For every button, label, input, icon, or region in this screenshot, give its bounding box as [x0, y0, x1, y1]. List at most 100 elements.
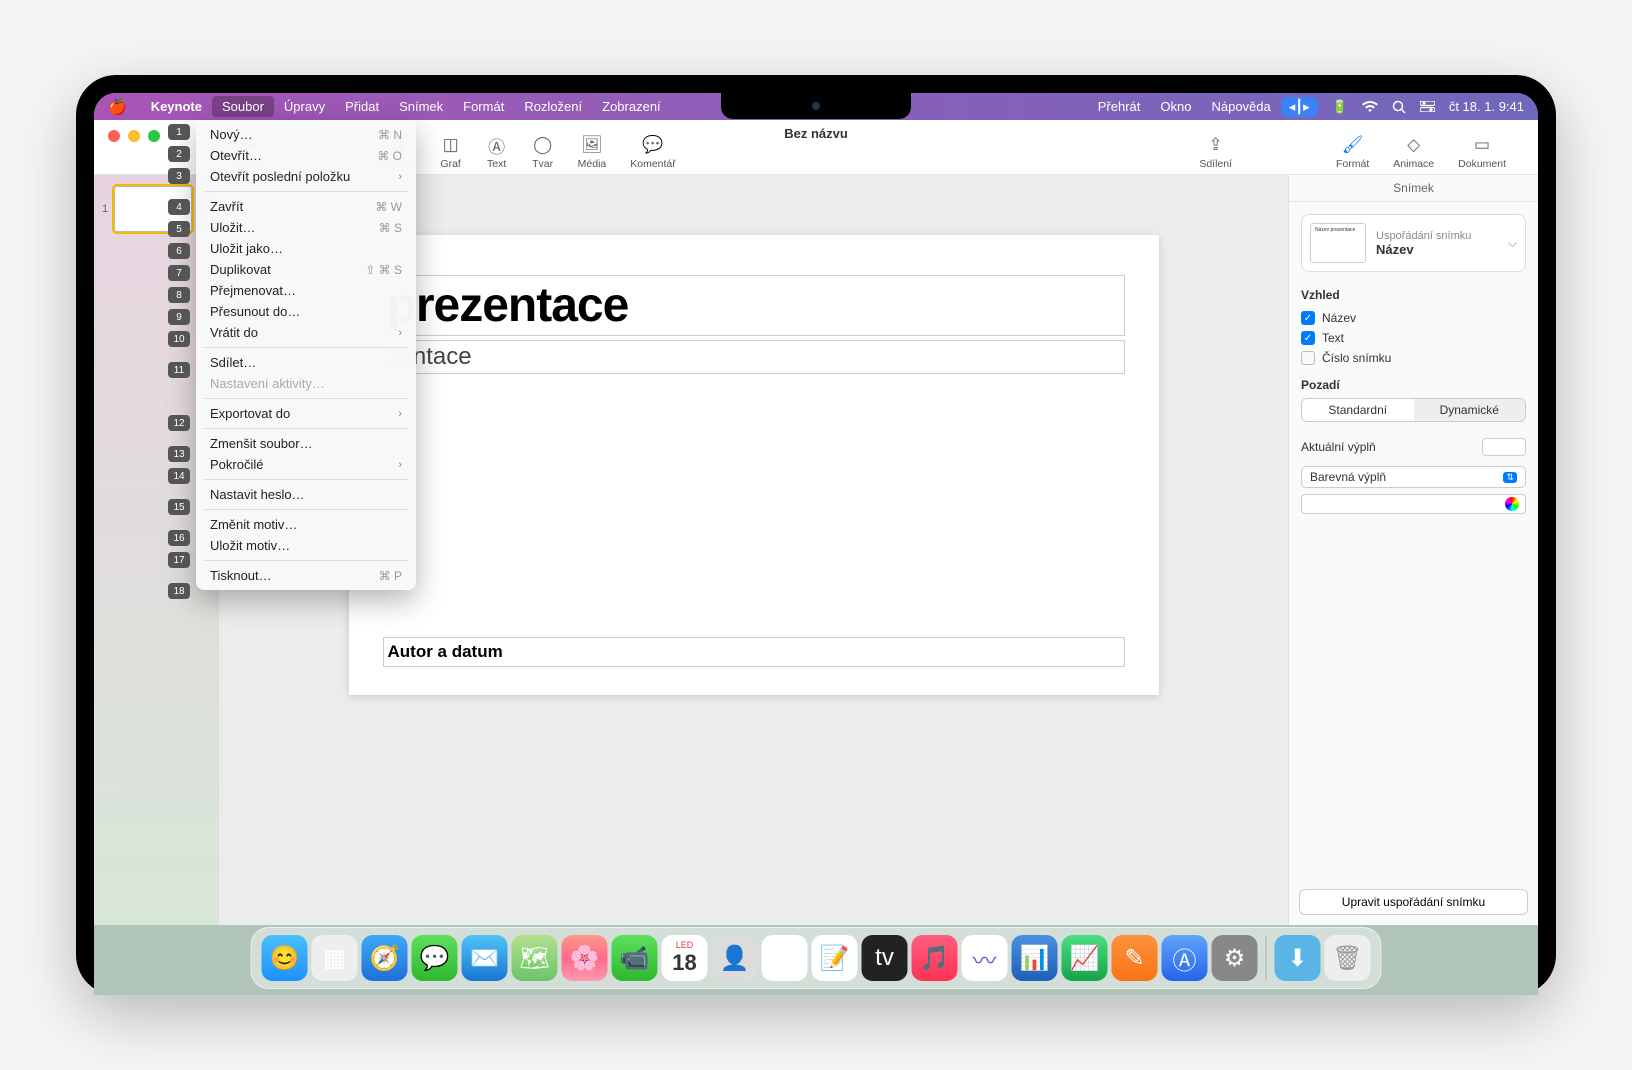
- dock-appstore[interactable]: Ⓐ: [1162, 935, 1208, 981]
- dock-mail[interactable]: ✉️: [462, 935, 508, 981]
- toolbar-format[interactable]: 🖌Formát: [1324, 134, 1381, 170]
- toolbar-animate[interactable]: ◇Animace: [1381, 134, 1446, 170]
- menu-prehrat[interactable]: Přehrát: [1088, 96, 1151, 117]
- seg-dynamic[interactable]: Dynamické: [1414, 399, 1526, 421]
- status-battery-icon[interactable]: 🔋: [1332, 99, 1348, 115]
- dock-reminders[interactable]: ☰: [762, 935, 808, 981]
- menu-upravy[interactable]: Úpravy: [274, 96, 335, 117]
- menu-number-badge: 13: [168, 446, 190, 462]
- menu-item[interactable]: Uložit…⌘ S: [196, 217, 416, 238]
- dock-freeform[interactable]: 〰: [962, 935, 1008, 981]
- menu-item[interactable]: Sdílet…: [196, 352, 416, 373]
- menu-soubor[interactable]: Soubor: [212, 96, 274, 117]
- menu-item[interactable]: Tisknout…⌘ P: [196, 565, 416, 586]
- menu-item[interactable]: Přesunout do…: [196, 301, 416, 322]
- slide-title[interactable]: prezentace: [383, 275, 1125, 336]
- menu-item[interactable]: Změnit motiv…: [196, 514, 416, 535]
- dock-settings[interactable]: ⚙: [1212, 935, 1258, 981]
- menu-rozlozeni[interactable]: Rozložení: [514, 96, 592, 117]
- toolbar-text[interactable]: ⒶText: [474, 134, 520, 170]
- menu-item[interactable]: Otevřít poslední položku›: [196, 166, 416, 187]
- toolbar-media[interactable]: 🖼Média: [566, 134, 619, 170]
- toolbar-share[interactable]: ⇪Sdílení: [1187, 134, 1244, 170]
- apple-menu-icon[interactable]: 🍎: [108, 98, 127, 116]
- status-wifi-icon[interactable]: [1362, 101, 1378, 113]
- fill-swatch[interactable]: [1482, 438, 1526, 456]
- dock-maps[interactable]: 🗺: [512, 935, 558, 981]
- edit-layout-button[interactable]: Upravit uspořádání snímku: [1299, 889, 1528, 915]
- dock-messages[interactable]: 💬: [412, 935, 458, 981]
- dock-photos[interactable]: 🌸: [562, 935, 608, 981]
- slide-author[interactable]: Autor a datum: [383, 637, 1125, 667]
- menu-okno[interactable]: Okno: [1150, 96, 1201, 117]
- menu-pridat[interactable]: Přidat: [335, 96, 389, 117]
- checkbox-body[interactable]: ✓: [1301, 331, 1315, 345]
- menu-item[interactable]: Pokročilé›: [196, 454, 416, 475]
- traffic-close[interactable]: [108, 130, 120, 142]
- shape-icon: ◯: [532, 134, 554, 156]
- dock-pages[interactable]: ✎: [1112, 935, 1158, 981]
- toolbar-comment[interactable]: 💬Komentář: [618, 134, 688, 170]
- dock-calendar[interactable]: LED18: [662, 935, 708, 981]
- toolbar-shape[interactable]: ◯Tvar: [520, 134, 566, 170]
- dock-safari[interactable]: 🧭: [362, 935, 408, 981]
- menu-format[interactable]: Formát: [453, 96, 514, 117]
- dock-numbers[interactable]: 📈: [1062, 935, 1108, 981]
- checkbox-number[interactable]: [1301, 351, 1315, 365]
- comment-icon: 💬: [642, 134, 664, 156]
- section-appearance: Vzhled: [1301, 288, 1526, 302]
- dock-tv[interactable]: tv: [862, 935, 908, 981]
- menu-napoveda[interactable]: Nápověda: [1201, 96, 1280, 117]
- menu-item[interactable]: Zmenšit soubor…: [196, 433, 416, 454]
- dock-trash[interactable]: 🗑: [1325, 935, 1371, 981]
- dock-downloads[interactable]: ⬇: [1275, 935, 1321, 981]
- traffic-minimize[interactable]: [128, 130, 140, 142]
- dock-finder[interactable]: 😊: [262, 935, 308, 981]
- checkbox-title[interactable]: ✓: [1301, 311, 1315, 325]
- menu-item[interactable]: Vrátit do›: [196, 322, 416, 343]
- menu-zobrazeni[interactable]: Zobrazení: [592, 96, 671, 117]
- menu-item[interactable]: Zavřít⌘ W: [196, 196, 416, 217]
- menu-item[interactable]: Otevřít…⌘ O: [196, 145, 416, 166]
- toolbar-document[interactable]: ▭Dokument: [1446, 134, 1518, 170]
- checkbox-title-row[interactable]: ✓Název: [1301, 308, 1526, 328]
- color-well[interactable]: [1301, 494, 1526, 514]
- menu-number-badge: 8: [168, 287, 190, 303]
- colorwheel-icon: [1505, 497, 1519, 511]
- menu-item[interactable]: Duplikovat⇧ ⌘ S: [196, 259, 416, 280]
- dock-keynote[interactable]: 📊: [1012, 935, 1058, 981]
- slide[interactable]: prezentace zentace Autor a datum: [349, 235, 1159, 695]
- dock-facetime[interactable]: 📹: [612, 935, 658, 981]
- menu-item[interactable]: Exportovat do›: [196, 403, 416, 424]
- status-datetime[interactable]: čt 18. 1. 9:41: [1449, 99, 1524, 114]
- traffic-maximize[interactable]: [148, 130, 160, 142]
- menu-snimek[interactable]: Snímek: [389, 96, 453, 117]
- menu-item[interactable]: Nastavit heslo…: [196, 484, 416, 505]
- status-spotlight-icon[interactable]: [1392, 100, 1406, 114]
- checkbox-number-row[interactable]: Číslo snímku: [1301, 348, 1526, 368]
- menu-number-badge: 6: [168, 243, 190, 259]
- menu-item[interactable]: Uložit motiv…: [196, 535, 416, 556]
- inspector-tab[interactable]: Snímek: [1289, 175, 1538, 202]
- slide-layout-selector[interactable]: Název prezentace Uspořádání snímku Název…: [1301, 214, 1526, 272]
- inspector: Snímek Název prezentace Uspořádání snímk…: [1288, 175, 1538, 925]
- status-voice-icon[interactable]: ◂┃▸: [1281, 97, 1318, 117]
- menu-item[interactable]: Přejmenovat…: [196, 280, 416, 301]
- menu-app[interactable]: Keynote: [141, 96, 212, 117]
- media-icon: 🖼: [581, 134, 603, 156]
- chevron-down-icon: ⌵: [1508, 236, 1517, 251]
- checkbox-body-row[interactable]: ✓Text: [1301, 328, 1526, 348]
- dock-launchpad[interactable]: ▦: [312, 935, 358, 981]
- menu-item: Nastavení aktivity…: [196, 373, 416, 394]
- toolbar-chart[interactable]: ◫Graf: [428, 134, 474, 170]
- slide-subtitle[interactable]: zentace: [383, 340, 1125, 374]
- seg-standard[interactable]: Standardní: [1302, 399, 1414, 421]
- menu-item[interactable]: Uložit jako…: [196, 238, 416, 259]
- menu-item[interactable]: Nový…⌘ N: [196, 124, 416, 145]
- dock-music[interactable]: 🎵: [912, 935, 958, 981]
- dock-contacts[interactable]: 👤: [712, 935, 758, 981]
- background-segmented[interactable]: Standardní Dynamické: [1301, 398, 1526, 422]
- status-controlcenter-icon[interactable]: [1420, 101, 1435, 112]
- dock-notes[interactable]: 📝: [812, 935, 858, 981]
- fill-type-popup[interactable]: Barevná výplň ⇅: [1301, 466, 1526, 488]
